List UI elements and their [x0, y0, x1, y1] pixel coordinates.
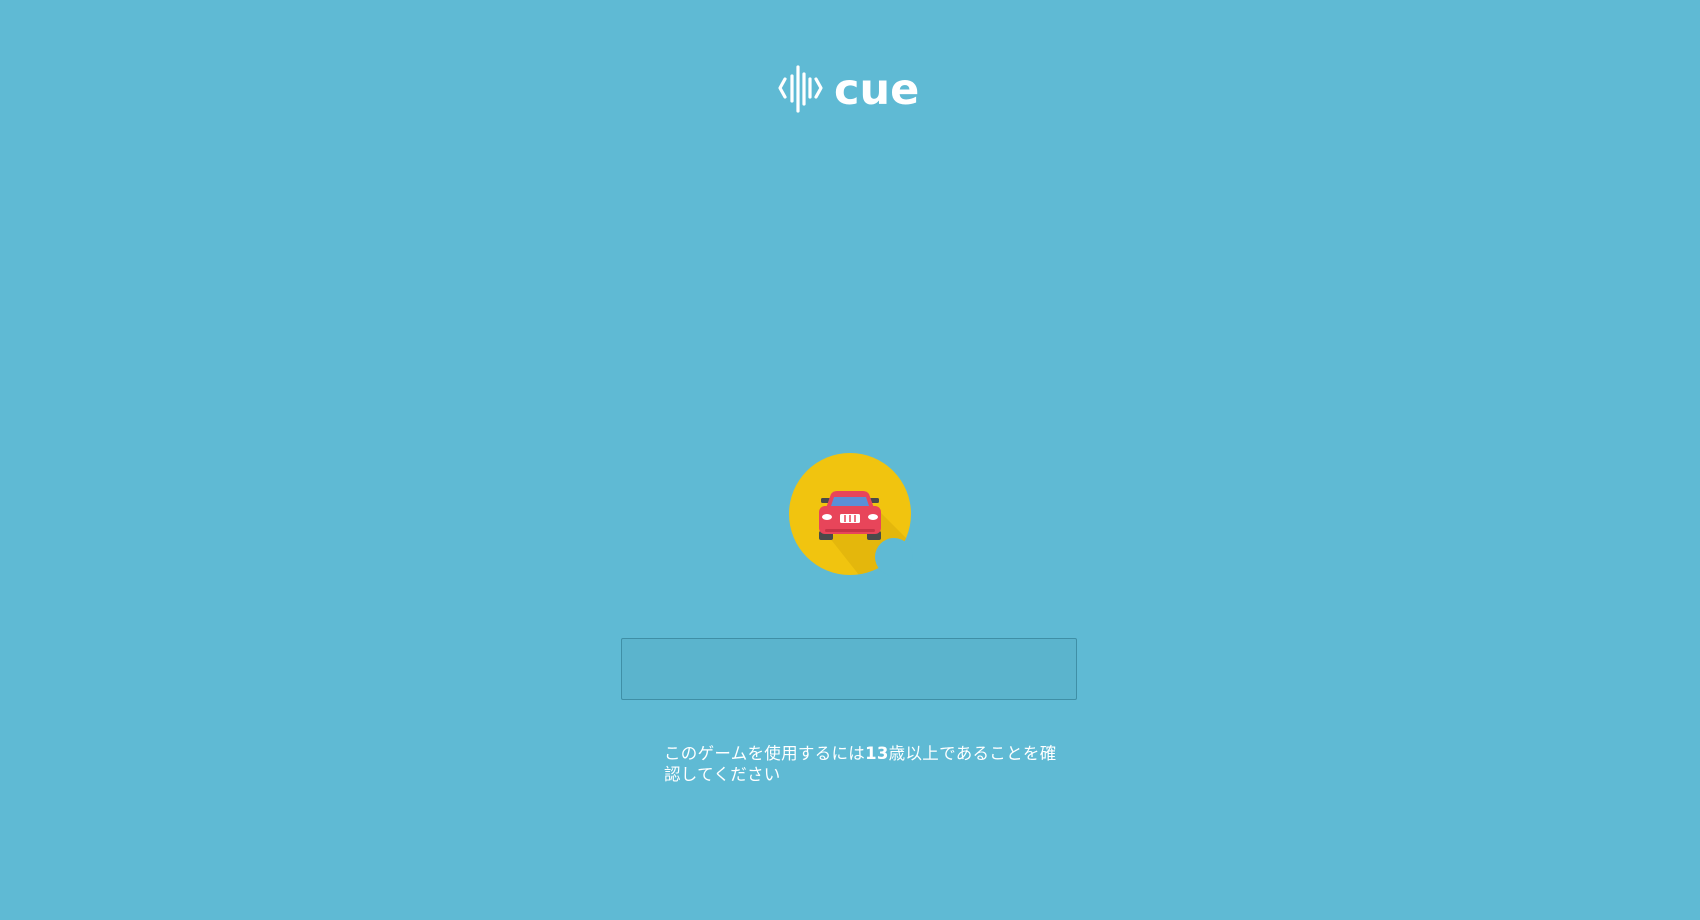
player-name-input[interactable]: [621, 638, 1077, 700]
age-confirmation-text: このゲームを使用するには13歳以上であることを確認してください: [664, 743, 1064, 785]
age-notice-prefix: このゲームを使用するには: [664, 744, 866, 763]
cue-logo-mark: cue: [778, 65, 919, 114]
avatar-change-button[interactable]: [875, 538, 913, 576]
cue-logo: cue: [778, 64, 922, 114]
age-value: 13: [865, 744, 889, 763]
logo-text: cue: [834, 65, 919, 114]
